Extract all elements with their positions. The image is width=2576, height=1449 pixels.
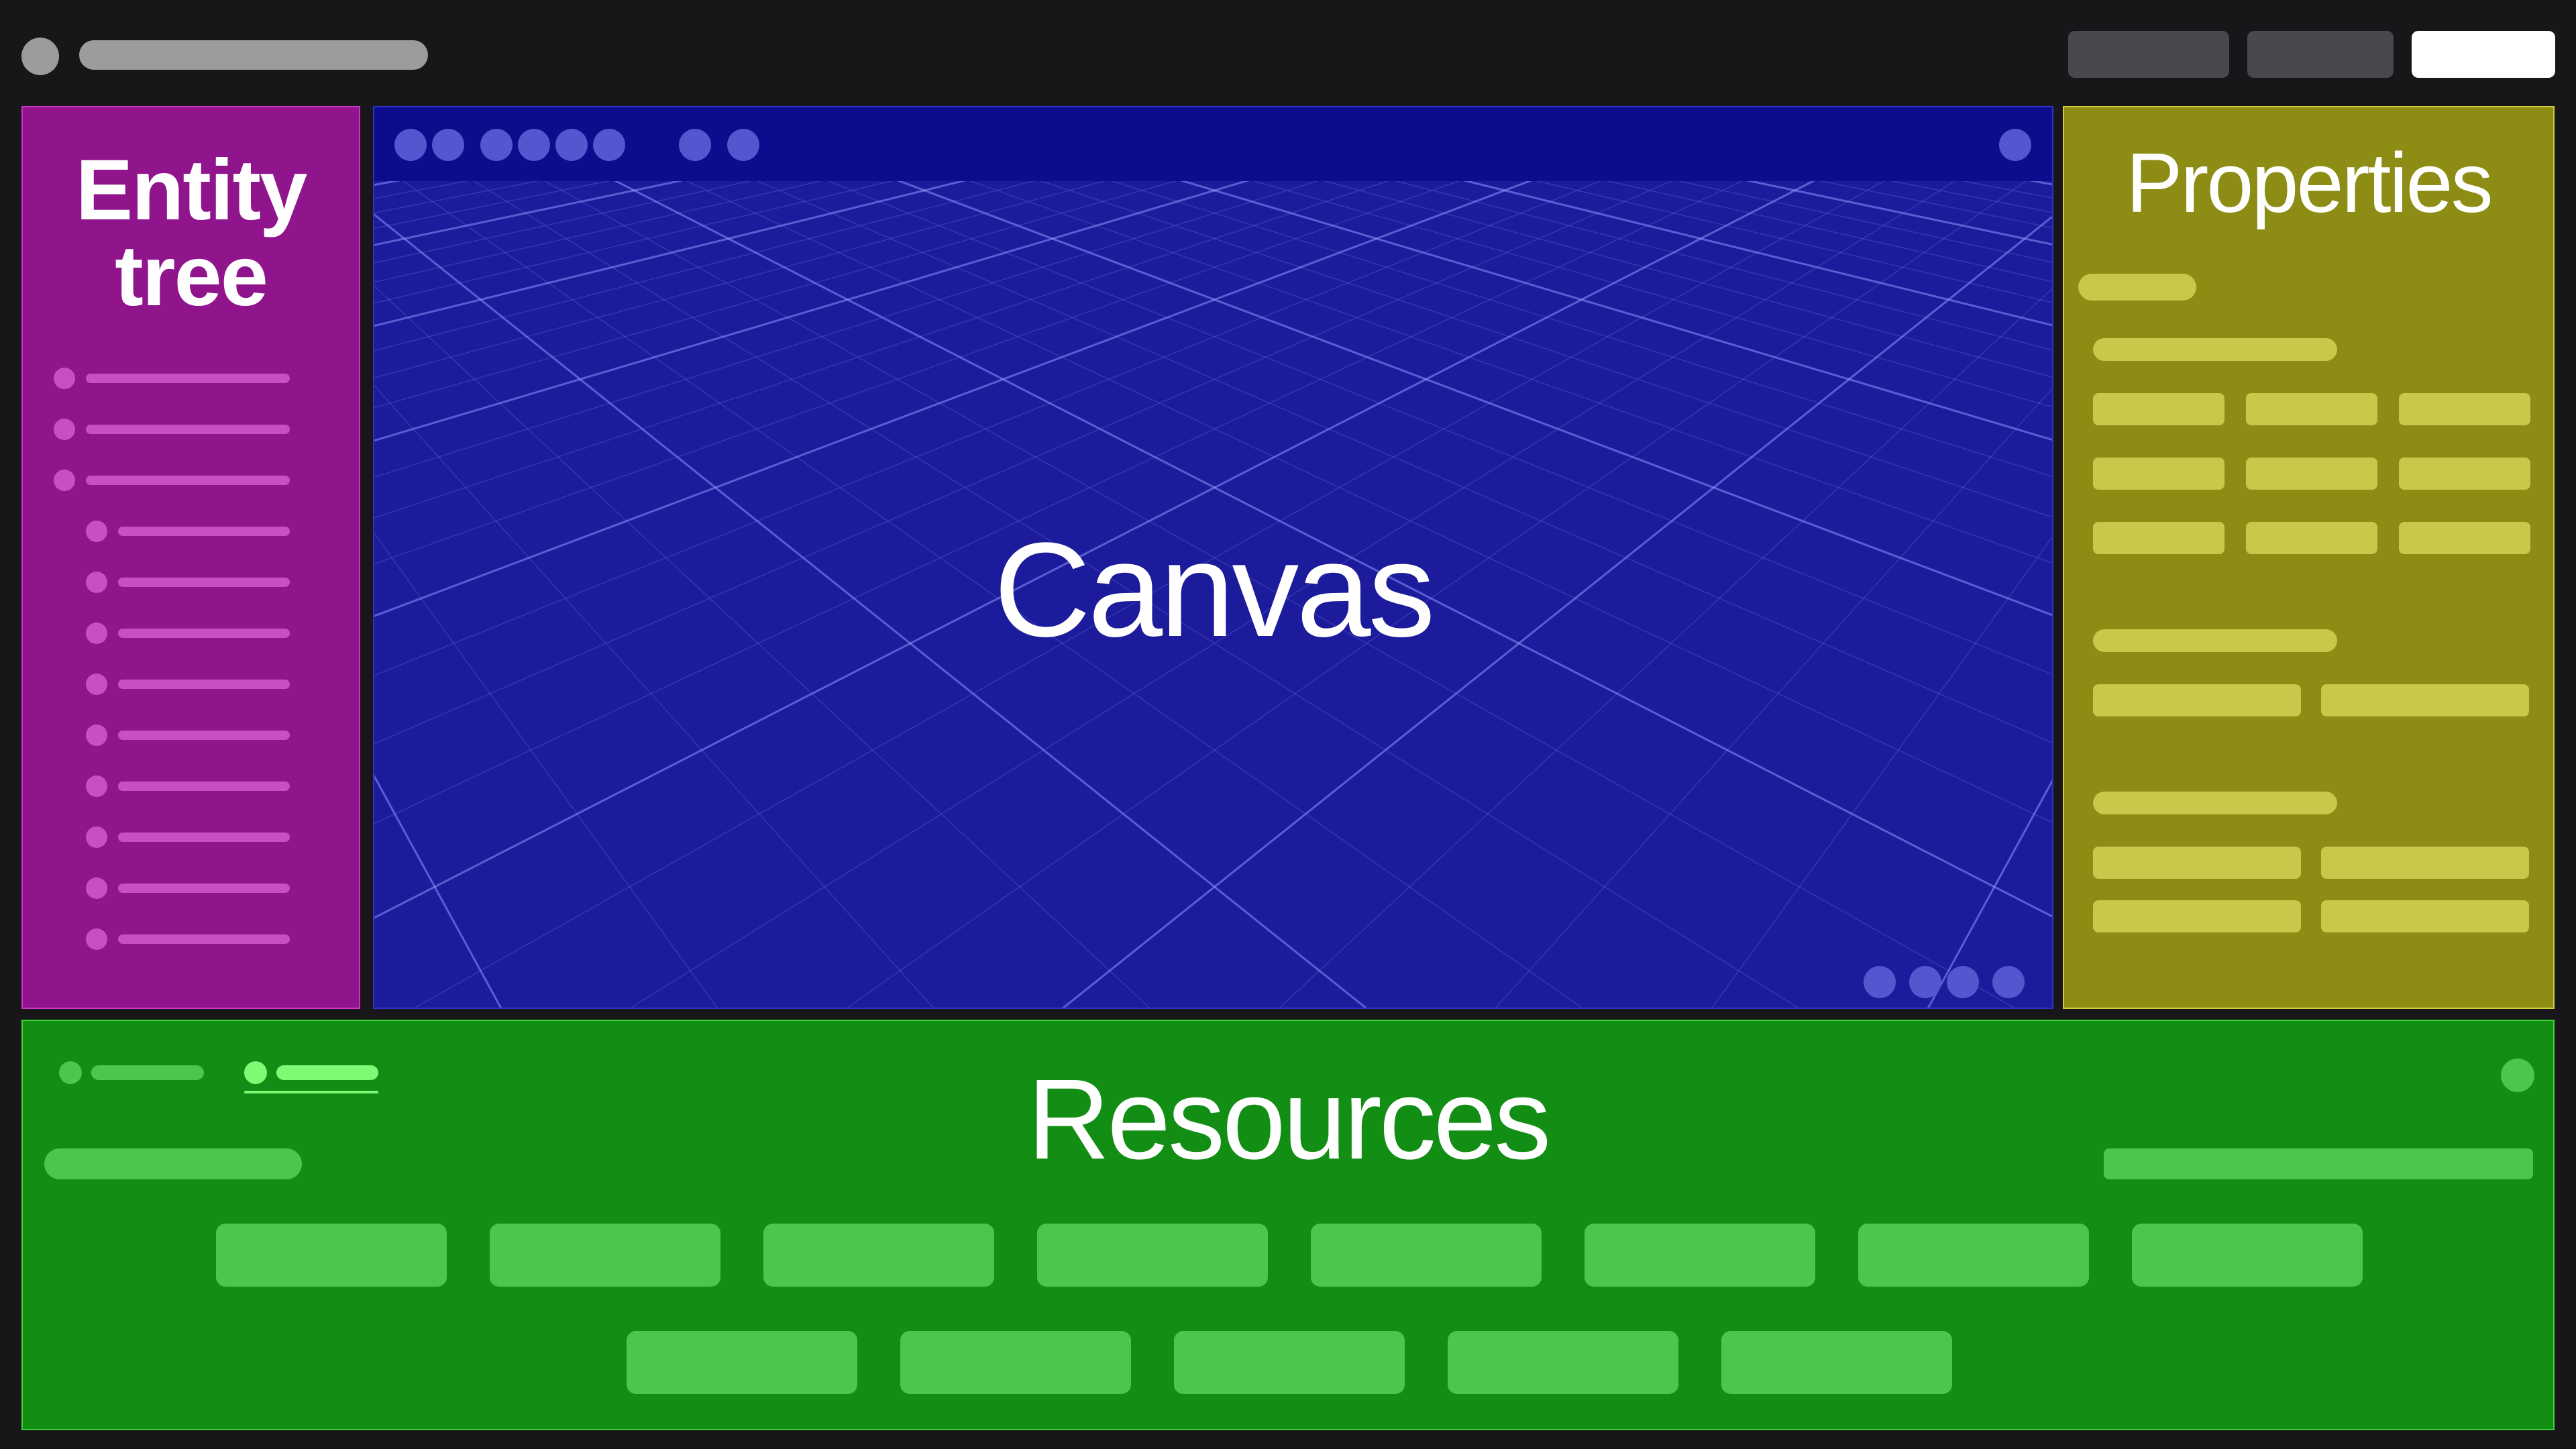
toolbar-button-1[interactable] [2068,31,2229,78]
resource-item[interactable] [216,1224,447,1287]
canvas-tool-icon[interactable] [679,129,711,161]
tree-item-label [118,782,290,791]
canvas-tool-icon[interactable] [555,129,588,161]
canvas-nav-icon[interactable] [1947,966,1979,998]
canvas-panel[interactable]: Canvas [373,106,2053,1009]
canvas-toolbar [374,107,2052,181]
property-field[interactable] [2093,458,2224,490]
canvas-tool-icon[interactable] [593,129,625,161]
property-group-label [2093,629,2337,652]
tree-item-label [118,527,290,536]
resource-item[interactable] [2132,1224,2363,1287]
property-field[interactable] [2399,458,2530,490]
property-field[interactable] [2321,847,2529,879]
canvas-tool-icon[interactable] [518,129,550,161]
entity-tree-panel: Entity tree [21,106,360,1009]
resources-search-input[interactable] [2104,1148,2533,1179]
window-control-dot[interactable] [21,38,59,75]
tree-item-label [118,680,290,689]
tree-item-label [118,934,290,944]
tree-item-label [86,476,290,485]
tree-item-label [118,833,290,842]
toolbar-button-2[interactable] [2247,31,2394,78]
tree-item-label [86,425,290,434]
property-field[interactable] [2093,522,2224,554]
tree-item-icon [86,877,107,899]
tree-item-icon [86,674,107,695]
resource-item[interactable] [1585,1224,1815,1287]
resource-item[interactable] [490,1224,720,1287]
properties-panel: Properties [2063,106,2555,1009]
canvas-nav-icon[interactable] [1864,966,1896,998]
window-title-placeholder [79,40,428,70]
property-field[interactable] [2246,458,2377,490]
canvas-tool-icon[interactable] [432,129,464,161]
tree-item-icon [86,724,107,746]
canvas-title: Canvas [994,515,1435,665]
property-field[interactable] [2399,393,2530,425]
resource-item[interactable] [900,1331,1131,1394]
resources-breadcrumb[interactable] [44,1148,302,1179]
tree-item-label [118,883,290,893]
tree-item-icon [86,521,107,542]
resource-item[interactable] [1311,1224,1542,1287]
property-group-label [2093,338,2337,361]
tree-item-label [118,731,290,740]
tree-item-icon [86,572,107,593]
property-field[interactable] [2093,847,2301,879]
resource-item[interactable] [1721,1331,1952,1394]
canvas-tool-icon[interactable] [394,129,427,161]
property-field[interactable] [2246,522,2377,554]
properties-section-header [2078,274,2196,301]
property-field[interactable] [2093,393,2224,425]
tree-item-icon [54,419,75,440]
property-field[interactable] [2321,684,2529,716]
property-field[interactable] [2093,684,2301,716]
tree-item-icon [86,928,107,950]
tree-item-icon [86,826,107,848]
toolbar-primary-button[interactable] [2412,31,2555,78]
property-field[interactable] [2399,522,2530,554]
canvas-nav-icon[interactable] [1909,966,1941,998]
property-field[interactable] [2321,900,2529,932]
resource-item[interactable] [763,1224,994,1287]
properties-title: Properties [2126,136,2493,230]
property-field[interactable] [2246,393,2377,425]
property-field[interactable] [2093,900,2301,932]
tree-item-icon [54,368,75,389]
entity-tree-title: Entity tree [75,142,308,324]
tree-item-label [118,629,290,638]
resource-item[interactable] [627,1331,857,1394]
tree-item-label [118,578,290,587]
canvas-tool-icon[interactable] [480,129,513,161]
window-titlebar [0,0,2576,107]
tree-item-label [86,374,290,383]
resources-panel: Resources [21,1020,2555,1430]
resource-item[interactable] [1448,1331,1678,1394]
canvas-nav-icon[interactable] [1992,966,2025,998]
resource-item[interactable] [1037,1224,1268,1287]
property-group-label [2093,792,2337,814]
resource-item[interactable] [1174,1331,1405,1394]
tree-item-icon [86,623,107,644]
canvas-settings-icon[interactable] [1999,129,2031,161]
resource-item[interactable] [1858,1224,2089,1287]
tree-item-icon [86,775,107,797]
canvas-tool-icon[interactable] [727,129,759,161]
tree-item-icon [54,470,75,491]
